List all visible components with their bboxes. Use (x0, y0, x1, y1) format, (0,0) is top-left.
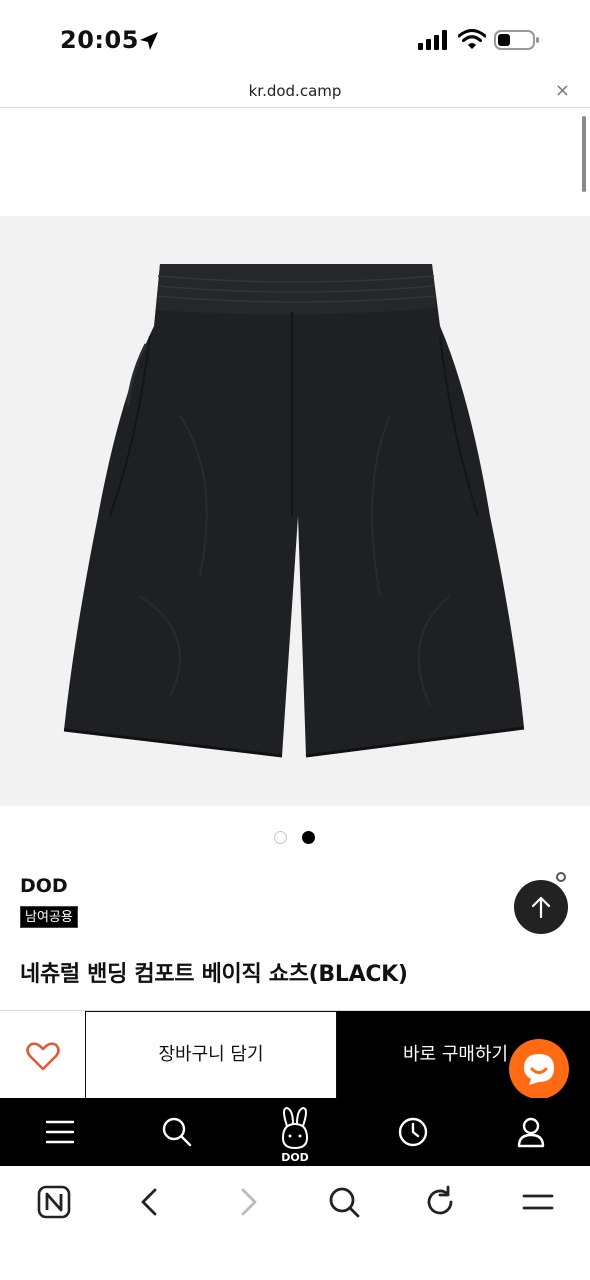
product-image[interactable] (0, 216, 590, 806)
chat-smile-icon (524, 1054, 554, 1085)
url-bar[interactable]: kr.dod.camp × (0, 78, 590, 108)
site-bottom-nav: DOD (0, 1098, 590, 1166)
nav-account-button[interactable] (501, 1098, 561, 1166)
nav-recent-button[interactable] (383, 1098, 443, 1166)
nav-search-button[interactable] (147, 1098, 207, 1166)
scroll-to-top-button[interactable] (514, 880, 568, 934)
menu-icon (45, 1120, 75, 1144)
scrollbar-thumb[interactable] (582, 116, 586, 192)
product-title: 네츄럴 밴딩 컴포트 베이직 쇼츠(BLACK) (20, 962, 408, 987)
wishlist-button[interactable] (0, 1011, 86, 1099)
status-bar: 20:05 (0, 0, 590, 78)
reload-icon[interactable] (420, 1182, 460, 1222)
menu-icon[interactable] (518, 1182, 558, 1222)
heart-outline-icon (26, 1042, 60, 1071)
share-dot-icon[interactable] (556, 872, 566, 882)
back-icon[interactable] (130, 1182, 170, 1222)
unisex-badge: 남여공용 (20, 906, 78, 928)
logo-text: DOD (281, 1151, 309, 1162)
user-icon (517, 1117, 545, 1148)
arrow-up-icon (531, 896, 551, 919)
brand-name[interactable]: DOD (20, 875, 68, 897)
rabbit-logo-icon: DOD (281, 1106, 309, 1162)
purchase-action-bar: 장바구니 담기 바로 구매하기 (0, 1010, 590, 1099)
carousel-dot-2-active[interactable] (302, 831, 315, 844)
url-text: kr.dod.camp (248, 82, 342, 100)
status-time: 20:05 (60, 26, 139, 54)
cellular-signal-icon (418, 30, 447, 50)
carousel-dot-1[interactable] (274, 831, 287, 844)
location-arrow-icon (140, 32, 158, 50)
search-icon (162, 1117, 192, 1147)
nav-home-logo[interactable]: DOD (265, 1098, 325, 1166)
battery-icon (494, 30, 539, 50)
add-to-cart-button[interactable]: 장바구니 담기 (86, 1011, 337, 1099)
search-icon[interactable] (324, 1182, 364, 1222)
close-icon[interactable]: × (555, 80, 570, 101)
chat-button[interactable] (509, 1039, 569, 1099)
carousel-dots[interactable] (274, 830, 320, 846)
forward-icon[interactable] (228, 1182, 268, 1222)
wifi-icon (458, 29, 486, 49)
nav-menu-button[interactable] (30, 1098, 90, 1166)
naver-home-icon[interactable] (34, 1182, 74, 1222)
browser-toolbar (0, 1166, 590, 1280)
black-shorts-photo (63, 264, 525, 758)
clock-icon (398, 1117, 428, 1147)
